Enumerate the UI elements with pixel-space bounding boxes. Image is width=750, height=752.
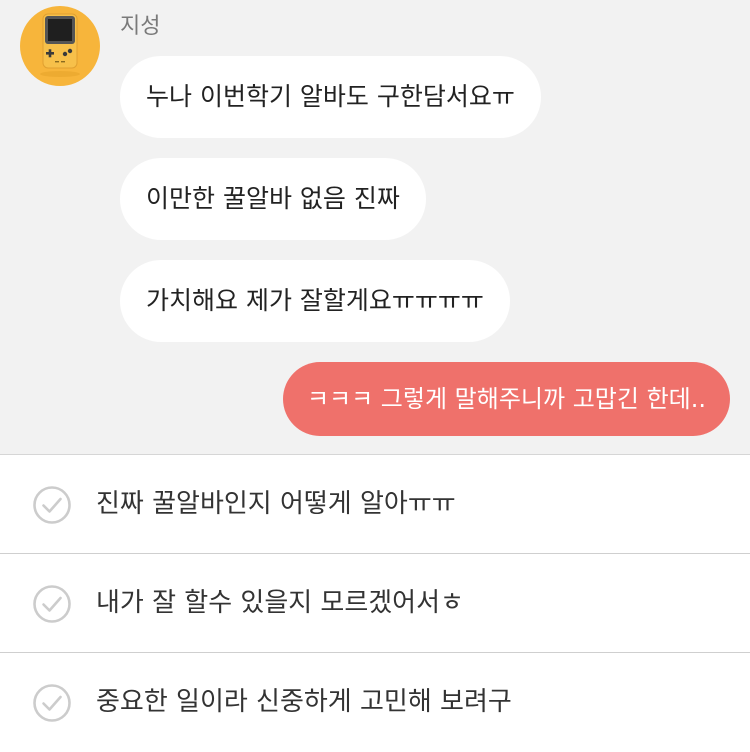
- check-circle-icon: [33, 684, 71, 722]
- outgoing-message-bubble: ㅋㅋㅋ 그렇게 말해주니까 고맙긴 한데..: [282, 362, 730, 436]
- reply-option[interactable]: 진짜 꿀알바인지 어떻게 알아ㅠㅠ: [0, 455, 750, 554]
- reply-option-label: 내가 잘 할수 있을지 모르겠어서ㅎ: [96, 588, 464, 618]
- reply-options-list: 진짜 꿀알바인지 어떻게 알아ㅠㅠ 내가 잘 할수 있을지 모르겠어서ㅎ 중요한…: [0, 454, 750, 742]
- check-circle-icon: [33, 486, 71, 524]
- incoming-message-bubble: 가치해요 제가 잘할게요ㅠㅠㅠㅠ: [120, 260, 510, 342]
- incoming-message-bubble: 이만한 꿀알바 없음 진짜: [120, 158, 426, 240]
- incoming-message-bubble: 누나 이번학기 알바도 구한담서요ㅠ: [120, 56, 541, 138]
- game-console-icon: [40, 13, 80, 77]
- check-circle-icon: [33, 585, 71, 623]
- chat-area: 지성 누나 이번학기 알바도 구한담서요ㅠ 이만한 꿀알바 없음 진짜 가치해요…: [0, 0, 750, 454]
- reply-option[interactable]: 중요한 일이라 신중하게 고민해 보려구: [0, 653, 750, 752]
- reply-option-label: 중요한 일이라 신중하게 고민해 보려구: [96, 687, 512, 717]
- reply-option-label: 진짜 꿀알바인지 어떻게 알아ㅠㅠ: [96, 489, 456, 519]
- sender-name: 지성: [120, 14, 161, 39]
- avatar[interactable]: [20, 6, 100, 86]
- reply-option[interactable]: 내가 잘 할수 있을지 모르겠어서ㅎ: [0, 554, 750, 653]
